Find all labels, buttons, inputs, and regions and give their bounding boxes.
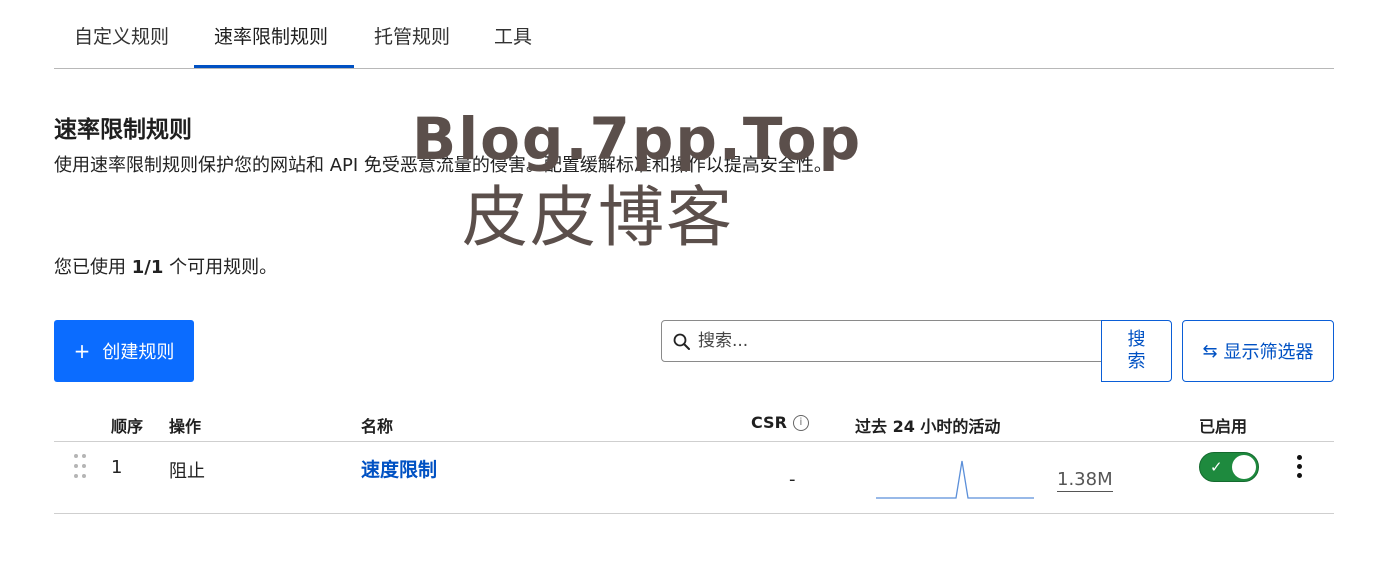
search-icon <box>673 333 690 350</box>
show-filters-label: 显示筛选器 <box>1223 342 1314 363</box>
column-header-name: 名称 <box>361 417 394 436</box>
column-header-action: 操作 <box>169 417 202 436</box>
search-input[interactable] <box>698 327 1088 355</box>
watermark-name: 皮皮博客 <box>462 179 734 256</box>
active-tab-indicator <box>194 65 354 68</box>
tab-bar: 自定义规则 速率限制规则 托管规则 工具 <box>54 0 1334 69</box>
swap-arrows-icon: ⇆ <box>1202 340 1218 362</box>
kebab-menu-icon[interactable] <box>1289 454 1309 480</box>
usage-suffix: 个可用规则。 <box>163 257 278 278</box>
table-header-divider <box>54 441 1334 442</box>
search-button[interactable]: 搜索 <box>1101 320 1172 382</box>
usage-count: 1/1 <box>131 257 164 278</box>
tab-custom-rules[interactable]: 自定义规则 <box>74 22 169 49</box>
column-header-order: 顺序 <box>111 417 144 436</box>
rule-usage-text: 您已使用 1/1 个可用规则。 <box>54 253 277 279</box>
page-title: 速率限制规则 <box>54 117 192 143</box>
tab-rate-limiting-rules[interactable]: 速率限制规则 <box>214 22 328 49</box>
toggle-knob <box>1232 455 1256 479</box>
activity-sparkline <box>876 460 1034 499</box>
column-header-csr: CSR i <box>751 413 809 432</box>
create-rule-label: 创建规则 <box>102 342 175 363</box>
column-header-enabled: 已启用 <box>1199 417 1248 436</box>
row-order: 1 <box>111 457 123 478</box>
drag-handle-icon[interactable] <box>73 453 87 481</box>
table-row-divider <box>54 513 1334 514</box>
csr-label: CSR <box>751 413 787 432</box>
enabled-toggle[interactable]: ✓ <box>1199 452 1259 482</box>
create-rule-button[interactable]: + 创建规则 <box>54 320 194 382</box>
search-button-label: 搜索 <box>1127 329 1146 372</box>
row-rule-name-link[interactable]: 速度限制 <box>361 455 437 482</box>
activity-count-link[interactable]: 1.38M <box>1057 469 1113 492</box>
tab-tools[interactable]: 工具 <box>494 22 532 49</box>
usage-prefix: 您已使用 <box>54 257 132 278</box>
check-icon: ✓ <box>1210 458 1223 476</box>
watermark-url: Blog.7pp.Top <box>412 105 863 173</box>
show-filters-button[interactable]: ⇆ 显示筛选器 <box>1182 320 1334 382</box>
tab-managed-rules[interactable]: 托管规则 <box>374 22 450 49</box>
info-icon[interactable]: i <box>792 414 809 431</box>
search-field[interactable] <box>661 320 1103 362</box>
row-action: 阻止 <box>169 461 205 482</box>
plus-icon: + <box>73 339 91 363</box>
row-csr: - <box>789 469 796 490</box>
column-header-activity: 过去 24 小时的活动 <box>855 417 1001 436</box>
